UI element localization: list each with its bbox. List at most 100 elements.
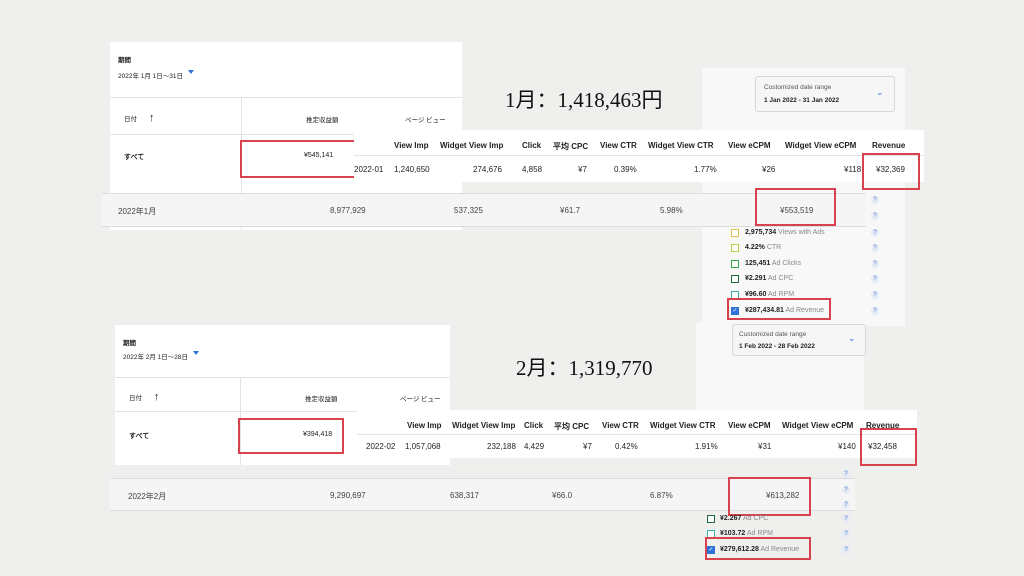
feb-widget-cell: 1,057,068	[405, 442, 441, 451]
help-circle-icon[interactable]: ?	[842, 530, 850, 538]
legend-checkbox[interactable]	[731, 260, 739, 268]
jan-widget-header: Widget View eCPM	[785, 141, 857, 150]
col-date-label: 日付	[124, 116, 137, 123]
legend-item: 4.22% CTR	[745, 244, 782, 251]
feb-period-label: 期間	[123, 340, 136, 347]
chevron-down-icon: ⌄	[848, 333, 856, 343]
help-circle-icon[interactable]: ?	[871, 196, 879, 204]
jan-widget-cell: 0.39%	[614, 165, 637, 174]
feb-widget-cell: ¥140	[838, 442, 856, 451]
highlight-box	[755, 188, 836, 226]
jan-widget-header: View eCPM	[728, 141, 771, 150]
chevron-down-icon	[187, 70, 194, 75]
feb-widget-header: Widget View CTR	[650, 421, 716, 430]
arrow-up-icon: ↑	[148, 112, 155, 124]
jan-widget-header: Widget View Imp	[440, 141, 504, 150]
divider	[110, 97, 462, 98]
feb-monthly-cell: 2022年2月	[128, 492, 167, 501]
help-circle-icon[interactable]: ?	[871, 229, 879, 237]
highlight-box	[862, 153, 920, 190]
highlight-box	[728, 477, 811, 516]
highlight-box	[705, 537, 811, 560]
feb-period-value: 2022年 2月 1日〜28日	[123, 354, 189, 361]
feb-widget-cell: ¥31	[758, 442, 772, 451]
jan-col-revenue[interactable]: 推定収益額	[306, 114, 339, 124]
legend-item: 2,975,734 Views with Ads	[745, 229, 825, 236]
help-circle-icon[interactable]: ?	[842, 486, 850, 494]
feb-widget-cell: 1.91%	[695, 442, 718, 451]
jan-monthly-cell: 5.98%	[660, 206, 683, 215]
jan-col-pageview[interactable]: ページ ビュー	[405, 114, 446, 124]
jan-widget-header: View CTR	[600, 141, 637, 150]
help-circle-icon[interactable]: ?	[871, 244, 879, 252]
feb-col-pageview[interactable]: ページ ビュー	[400, 393, 441, 403]
help-circle-icon[interactable]: ?	[842, 501, 850, 509]
feb-period-select[interactable]: 2022年 2月 1日〜28日	[123, 351, 199, 361]
jan-monthly-cell: 2022年1月	[118, 207, 157, 216]
jan-col-date[interactable]: 日付 ↑	[124, 112, 154, 124]
jan-widget-header: Click	[522, 141, 542, 150]
help-circle-icon[interactable]: ?	[871, 291, 879, 299]
jan-widget-header: View Imp	[394, 141, 429, 150]
highlight-box	[860, 428, 917, 466]
feb-widget-cell: 2022-02	[366, 442, 396, 451]
jan-widget-cell: 2022-01	[354, 165, 384, 174]
jan-widget-cell: ¥26	[762, 165, 776, 174]
legend-item: ¥96.60 Ad RPM	[745, 291, 795, 298]
jan-period-select[interactable]: 2022年 1月 1日〜31日	[118, 70, 194, 80]
date-range-value: 1 Feb 2022 - 28 Feb 2022	[739, 343, 815, 350]
legend-checkbox[interactable]	[731, 275, 739, 283]
date-range-value: 1 Jan 2022 - 31 Jan 2022	[764, 97, 840, 104]
jan-monthly-row	[102, 193, 866, 227]
help-circle-icon[interactable]: ?	[871, 275, 879, 283]
date-range-label: Customized date range	[739, 331, 807, 338]
jan-row-all: すべて	[124, 154, 145, 161]
feb-total-heading: 2月：1,319,770	[516, 356, 653, 380]
jan-widget-cell: 1.77%	[694, 165, 717, 174]
divider	[354, 155, 924, 156]
chevron-down-icon: ⌄	[876, 87, 884, 97]
help-circle-icon[interactable]: ?	[871, 260, 879, 268]
feb-widget-header: Widget View Imp	[452, 421, 516, 430]
help-circle-icon[interactable]: ?	[842, 515, 850, 523]
highlight-box	[727, 298, 831, 320]
feb-row-all: すべて	[129, 433, 150, 440]
jan-period-label: 期間	[118, 57, 131, 64]
feb-widget-header: Click	[524, 421, 544, 430]
feb-col-revenue[interactable]: 推定収益額	[305, 393, 338, 403]
jan-widget-cell: ¥118	[844, 165, 862, 174]
jan-widget-cell: 4,858	[522, 165, 543, 174]
jan-widget-header: 平均 CPC	[553, 142, 589, 151]
legend-item: ¥103.72 Ad RPM	[720, 530, 773, 537]
help-circle-icon[interactable]: ?	[842, 546, 850, 554]
feb-monthly-cell: ¥66.0	[552, 491, 573, 500]
jan-widget-panel	[354, 130, 924, 182]
jan-date-range-select[interactable]: Customized date range 1 Jan 2022 - 31 Ja…	[755, 76, 895, 112]
feb-widget-cell: ¥7	[583, 442, 592, 451]
feb-widget-header: Widget View eCPM	[782, 421, 854, 430]
chevron-down-icon	[192, 351, 199, 356]
help-circle-icon[interactable]: ?	[871, 307, 879, 315]
jan-widget-cell: 1,240,650	[394, 165, 430, 174]
legend-checkbox[interactable]	[731, 244, 739, 252]
feb-date-range-select[interactable]: Customized date range 1 Feb 2022 - 28 Fe…	[732, 324, 866, 356]
jan-widget-header: Revenue	[872, 141, 906, 150]
feb-widget-cell: 232,188	[487, 442, 516, 451]
legend-checkbox[interactable]	[707, 515, 715, 523]
legend-checkbox[interactable]	[731, 229, 739, 237]
jan-monthly-cell: ¥61.7	[560, 206, 581, 215]
jan-monthly-cell: 537,325	[454, 206, 483, 215]
legend-item: ¥2.267 Ad CPC	[720, 515, 769, 522]
legend-item: 125,451 Ad Clicks	[745, 260, 802, 267]
feb-widget-header: 平均 CPC	[554, 422, 590, 431]
help-circle-icon[interactable]: ?	[842, 470, 850, 478]
divider	[115, 377, 450, 378]
feb-monthly-cell: 638,317	[450, 491, 479, 500]
feb-monthly-cell: 6.87%	[650, 491, 673, 500]
feb-col-date[interactable]: 日付 ↑	[129, 391, 159, 403]
help-circle-icon[interactable]: ?	[871, 212, 879, 220]
feb-monthly-cell: 9,290,697	[330, 491, 366, 500]
highlight-box	[238, 418, 344, 454]
jan-total-heading: 1月：1,418,463円	[505, 88, 663, 112]
date-range-label: Customized date range	[764, 84, 832, 91]
